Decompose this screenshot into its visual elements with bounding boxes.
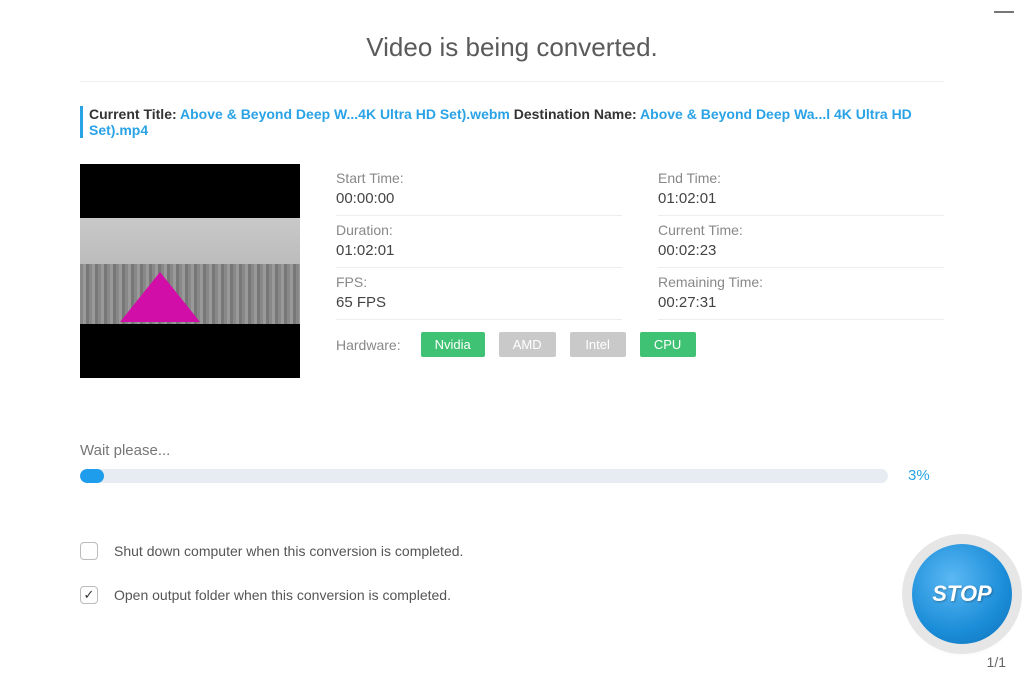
minimize-button[interactable]	[994, 11, 1014, 13]
duration-cell: Duration: 01:02:01	[336, 216, 622, 268]
fps-cell: FPS: 65 FPS	[336, 268, 622, 320]
remaining-time-label: Remaining Time:	[658, 274, 944, 290]
open-folder-label: Open output folder when this conversion …	[114, 587, 451, 603]
fps-label: FPS:	[336, 274, 622, 290]
end-time-cell: End Time: 01:02:01	[658, 164, 944, 216]
current-title-label: Current Title:	[89, 106, 177, 122]
conversion-info-grid: Start Time: 00:00:00 End Time: 01:02:01 …	[336, 164, 944, 378]
progress-percent: 3%	[908, 467, 944, 484]
current-title-value: Above & Beyond Deep W...4K Ultra HD Set)…	[180, 106, 510, 122]
wait-label: Wait please...	[80, 442, 944, 459]
shutdown-label: Shut down computer when this conversion …	[114, 543, 463, 559]
remaining-time-value: 00:27:31	[658, 294, 944, 311]
current-time-cell: Current Time: 00:02:23	[658, 216, 944, 268]
fps-value: 65 FPS	[336, 294, 622, 311]
end-time-value: 01:02:01	[658, 190, 944, 207]
end-time-label: End Time:	[658, 170, 944, 186]
duration-label: Duration:	[336, 222, 622, 238]
hardware-nvidia-badge[interactable]: Nvidia	[421, 332, 485, 357]
start-time-value: 00:00:00	[336, 190, 622, 207]
start-time-label: Start Time:	[336, 170, 622, 186]
progress-fill	[80, 469, 104, 483]
duration-value: 01:02:01	[336, 242, 622, 259]
hardware-amd-badge[interactable]: AMD	[499, 332, 556, 357]
current-time-label: Current Time:	[658, 222, 944, 238]
start-time-cell: Start Time: 00:00:00	[336, 164, 622, 216]
hardware-cpu-badge[interactable]: CPU	[640, 332, 696, 357]
page-title: Video is being converted.	[80, 32, 944, 82]
hardware-label: Hardware:	[336, 337, 401, 353]
page-count: 1/1	[987, 654, 1006, 670]
progress-bar	[80, 469, 888, 483]
destination-name-label: Destination Name:	[514, 106, 637, 122]
stop-button[interactable]: STOP	[912, 544, 1012, 644]
open-folder-checkbox[interactable]: ✓	[80, 586, 98, 604]
hardware-intel-badge[interactable]: Intel	[570, 332, 626, 357]
shutdown-checkbox[interactable]	[80, 542, 98, 560]
file-info-line: Current Title: Above & Beyond Deep W...4…	[80, 106, 944, 138]
current-time-value: 00:02:23	[658, 242, 944, 259]
hardware-row: Hardware: Nvidia AMD Intel CPU	[336, 332, 944, 357]
remaining-time-cell: Remaining Time: 00:27:31	[658, 268, 944, 320]
video-thumbnail	[80, 164, 300, 378]
